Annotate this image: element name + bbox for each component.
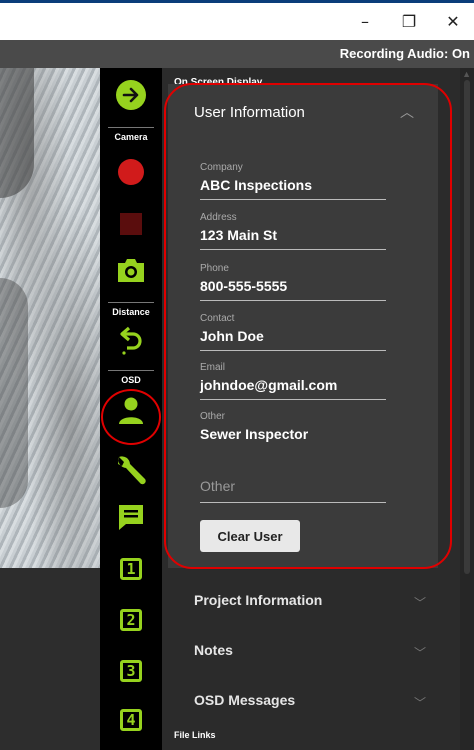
camera-feed (0, 68, 100, 568)
preset-number: 1 (120, 558, 142, 580)
snapshot-button[interactable] (100, 256, 162, 284)
highlight-circle (101, 389, 161, 445)
minimize-button[interactable]: – (350, 10, 380, 34)
preset-1-button[interactable]: 1 (100, 558, 162, 580)
title-accent (0, 0, 474, 3)
section-project-information[interactable]: Project Information (194, 592, 322, 608)
undo-icon (120, 326, 142, 355)
camera-label: Camera (114, 132, 148, 142)
camera-icon (118, 259, 144, 282)
chevron-down-icon[interactable]: ﹀ (414, 644, 426, 661)
record-button[interactable] (100, 159, 162, 185)
close-button[interactable]: ✕ (438, 10, 468, 34)
pipe-shadow (0, 68, 34, 198)
record-icon (118, 159, 144, 185)
status-bar: Recording Audio: On (0, 40, 474, 68)
arrow-right-button[interactable] (100, 80, 162, 110)
message-icon (119, 505, 143, 530)
pipe-shadow (0, 278, 28, 508)
preset-number: 2 (120, 609, 142, 631)
recording-audio-status: Recording Audio: On (339, 46, 470, 61)
divider (108, 127, 154, 128)
restore-button[interactable]: ❐ (394, 10, 424, 34)
preset-2-button[interactable]: 2 (100, 609, 162, 631)
divider (108, 302, 154, 303)
divider (108, 370, 154, 371)
reset-distance-button[interactable] (100, 326, 162, 356)
scroll-up-icon[interactable]: ▲ (462, 69, 471, 79)
chevron-down-icon[interactable]: ﹀ (414, 694, 426, 711)
scrollbar-thumb[interactable] (464, 80, 470, 574)
empty-area (0, 568, 100, 750)
tools-button[interactable] (100, 452, 162, 488)
stop-icon (120, 213, 142, 235)
title-bar: – ❐ ✕ (0, 0, 474, 40)
stop-button[interactable] (100, 213, 162, 235)
osd-label: OSD (121, 375, 141, 385)
wrench-icon (118, 456, 146, 485)
file-links-label: File Links (174, 730, 216, 740)
highlight-ring (164, 83, 452, 569)
preset-number: 3 (120, 660, 142, 682)
scrollbar[interactable]: ▲ (460, 68, 474, 750)
section-notes[interactable]: Notes (194, 642, 233, 658)
distance-label: Distance (112, 307, 150, 317)
section-osd-messages[interactable]: OSD Messages (194, 692, 295, 708)
preset-4-button[interactable]: 4 (100, 709, 162, 731)
preset-number: 4 (120, 709, 142, 731)
chevron-down-icon[interactable]: ﹀ (414, 594, 426, 611)
arrow-right-icon (116, 80, 146, 110)
messages-button[interactable] (100, 502, 162, 532)
preset-3-button[interactable]: 3 (100, 660, 162, 682)
